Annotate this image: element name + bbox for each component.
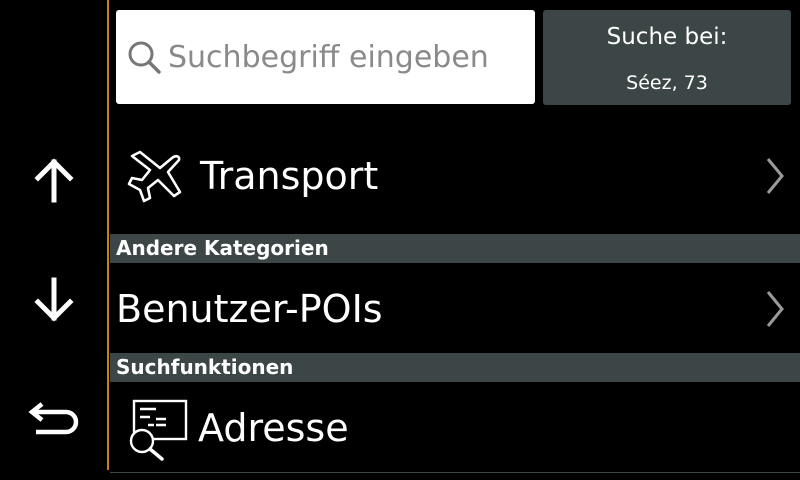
chevron-right-icon [766,290,784,327]
airplane-icon [127,150,182,203]
up-arrow-icon [34,158,74,203]
accent-divider [107,0,109,470]
chevron-right-icon [766,158,784,194]
category-label: Transport [200,154,379,198]
search-input[interactable]: Suchbegriff eingeben [116,10,535,104]
list-item-address[interactable]: Adresse [110,383,800,472]
address-search-icon [129,399,188,461]
list-item-label: Benutzer-POIs [116,286,383,331]
bottom-divider [110,472,800,473]
section-header-other-categories: Andere Kategorien [110,234,800,263]
search-near-label: Suche bei: [606,24,728,50]
search-icon [128,41,161,74]
back-button[interactable] [22,388,86,452]
search-near-button[interactable]: Suche bei: Séez, 73 [543,10,791,105]
search-placeholder: Suchbegriff eingeben [168,39,489,75]
section-header-search-functions: Suchfunktionen [110,353,800,382]
left-navigation [0,0,108,480]
list-item-user-pois[interactable]: Benutzer-POIs [110,264,800,353]
list-item-label: Adresse [198,405,349,450]
back-icon [28,402,79,435]
search-near-location: Séez, 73 [626,72,708,94]
scroll-down-button[interactable] [22,268,86,332]
scroll-up-button[interactable] [22,148,86,212]
down-arrow-icon [34,277,74,322]
category-item-transport[interactable]: Transport [110,118,800,234]
